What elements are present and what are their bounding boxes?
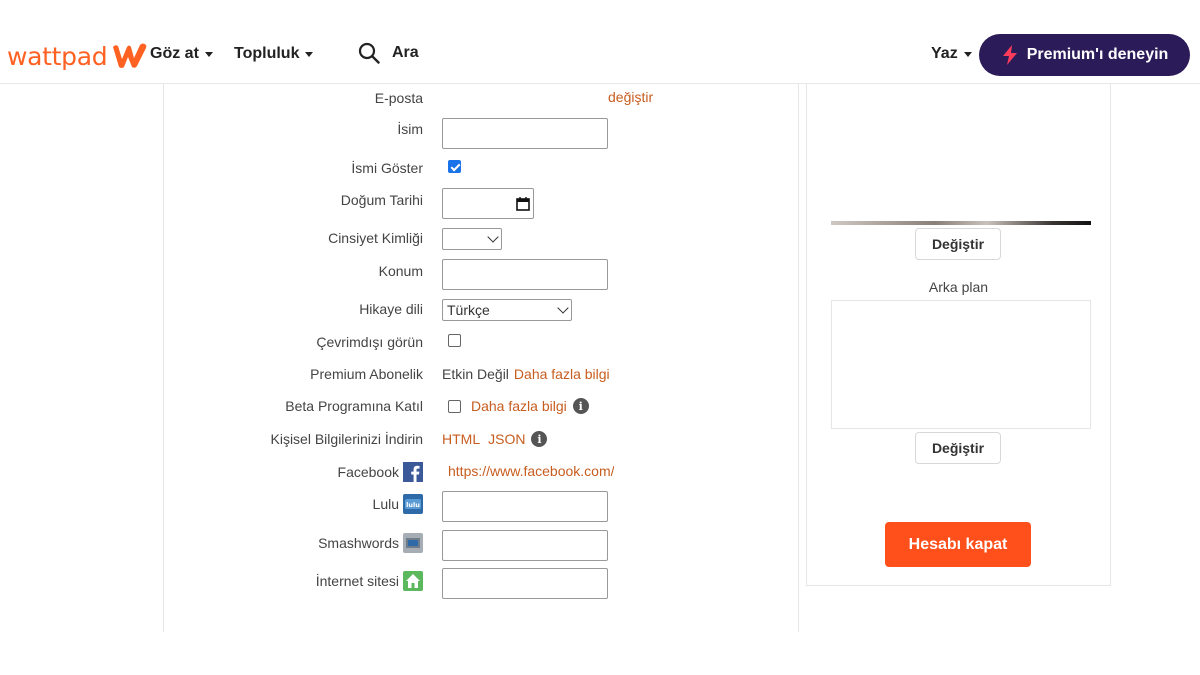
close-account-button[interactable]: Hesabı kapat: [885, 522, 1031, 567]
nav-community[interactable]: Topluluk: [234, 45, 314, 63]
search-input[interactable]: [392, 44, 592, 62]
wattpad-logo[interactable]: wattpad: [7, 40, 148, 72]
beta-program-label: Beta Programına Katıl: [285, 398, 423, 414]
story-language-select[interactable]: Türkçe: [442, 299, 572, 321]
appear-offline-checkbox[interactable]: [448, 334, 461, 347]
birthday-label: Doğum Tarihi: [340, 192, 423, 208]
lulu-label-text: Lulu: [372, 496, 399, 512]
show-name-checkbox[interactable]: [448, 160, 461, 173]
info-icon[interactable]: i: [531, 431, 548, 447]
change-email-link[interactable]: değiştir: [608, 89, 653, 105]
story-language-value: Türkçe: [447, 302, 490, 318]
download-json-link[interactable]: JSON: [488, 431, 525, 447]
nav-browse[interactable]: Göz at: [150, 45, 213, 63]
show-name-label: İsmi Göster: [351, 160, 423, 176]
website-input[interactable]: [442, 568, 608, 599]
change-avatar-button[interactable]: Değiştir: [915, 228, 1001, 260]
website-label-text: İnternet sitesi: [315, 573, 399, 589]
caret-down-icon: [305, 51, 314, 57]
story-language-label: Hikaye dili: [359, 301, 423, 317]
search-icon[interactable]: [358, 42, 380, 64]
home-icon: [403, 571, 423, 591]
birthday-date-input[interactable]: [442, 188, 534, 219]
try-premium-label: Premium'ı deneyin: [1026, 46, 1169, 63]
change-background-button[interactable]: Değiştir: [915, 432, 1001, 464]
account-settings-form: E-posta değiştir İsim İsmi Göster Doğum …: [163, 84, 799, 632]
download-data-label: Kişisel Bilgilerinizi İndirin: [270, 431, 424, 447]
logo-wordmark: wattpad: [7, 41, 108, 71]
svg-text:lulu: lulu: [406, 501, 420, 509]
location-label: Konum: [378, 263, 423, 279]
caret-down-icon: [963, 51, 972, 57]
facebook-icon: [403, 462, 423, 482]
gender-select[interactable]: [442, 228, 502, 250]
caret-down-icon: [204, 51, 213, 57]
background-image-preview: [831, 300, 1091, 429]
premium-more-info-link[interactable]: Daha fazla bilgi: [514, 366, 610, 382]
avatar-image-preview: [831, 221, 1091, 225]
download-html-link[interactable]: HTML: [442, 431, 480, 447]
facebook-link[interactable]: https://www.facebook.com/: [448, 463, 614, 479]
facebook-label-text: Facebook: [337, 464, 399, 480]
background-label: Arka plan: [928, 279, 989, 295]
nav-browse-label: Göz at: [150, 45, 199, 62]
lulu-label: Lulu lulu: [373, 494, 423, 514]
top-navbar: wattpad Göz at Topluluk Yaz Premium'ı de…: [0, 0, 1200, 84]
smashwords-label-text: Smashwords: [318, 535, 399, 551]
lulu-input[interactable]: [442, 491, 608, 522]
name-label: İsim: [397, 121, 423, 137]
lulu-icon: lulu: [403, 494, 423, 514]
chevron-down-icon: [557, 302, 569, 314]
info-icon[interactable]: i: [572, 398, 589, 414]
profile-images-panel: Değiştir Arka plan Değiştir Hesabı kapat: [806, 84, 1111, 586]
gender-label: Cinsiyet Kimliği: [328, 230, 423, 246]
beta-more-info-link[interactable]: Daha fazla bilgi: [471, 398, 567, 414]
smashwords-input[interactable]: [442, 530, 608, 561]
nav-community-label: Topluluk: [234, 45, 300, 62]
wattpad-w-icon: [113, 43, 147, 68]
smashwords-label: Smashwords: [318, 533, 423, 553]
email-label: E-posta: [374, 90, 423, 106]
premium-status: Etkin Değil: [442, 366, 509, 382]
website-label: İnternet sitesi: [316, 571, 423, 591]
beta-program-checkbox[interactable]: [448, 399, 461, 413]
search-bar[interactable]: [358, 42, 592, 64]
try-premium-button[interactable]: Premium'ı deneyin: [979, 34, 1190, 76]
appear-offline-label: Çevrimdışı görün: [316, 334, 423, 350]
chevron-down-icon: [487, 231, 499, 243]
premium-subscription-label: Premium Abonelik: [310, 366, 423, 382]
name-input[interactable]: [442, 118, 608, 149]
lightning-bolt-icon: [1002, 45, 1017, 65]
nav-write-label: Yaz: [931, 45, 958, 62]
nav-write[interactable]: Yaz: [931, 45, 972, 63]
facebook-label: Facebook: [338, 462, 423, 482]
location-input[interactable]: [442, 259, 608, 290]
calendar-icon[interactable]: [516, 196, 530, 211]
smashwords-icon: [403, 533, 423, 553]
